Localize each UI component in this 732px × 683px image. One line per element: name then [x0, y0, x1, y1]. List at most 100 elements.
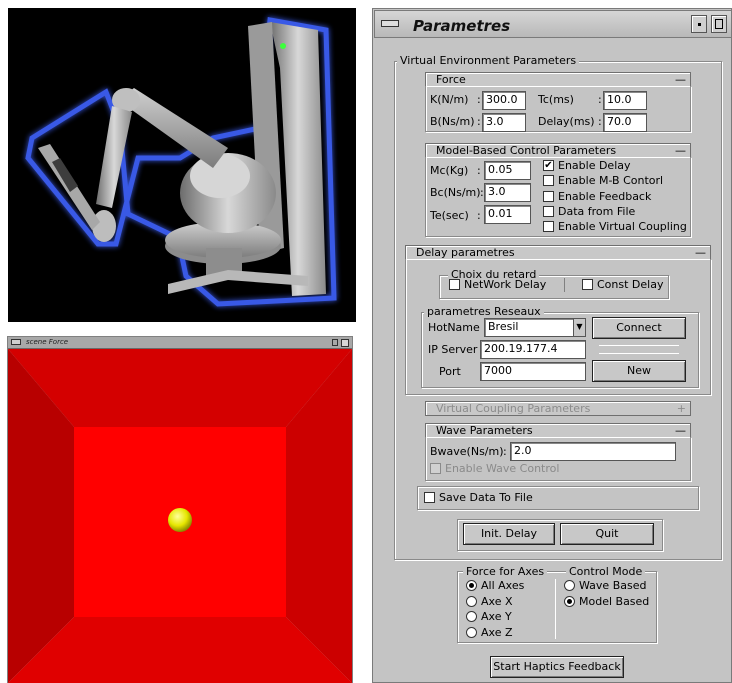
model-based-section-header[interactable]: Model-Based Control Parameters — [425, 143, 691, 158]
te-label: Te(sec) [430, 209, 469, 222]
port-input[interactable]: 7000 [480, 362, 586, 381]
radio-model-based[interactable]: Model Based [564, 596, 649, 609]
k-colon: : [477, 93, 481, 106]
dropdown-arrow-icon[interactable]: ▼ [573, 319, 585, 336]
const-delay-checkbox[interactable]: Const Delay [582, 279, 663, 292]
expand-icon[interactable]: + [677, 402, 686, 415]
tc-input[interactable]: 10.0 [603, 91, 647, 110]
haptic-robot-illustration [25, 17, 337, 307]
radio-axe-y[interactable]: Axe Y [466, 611, 512, 624]
connect-button[interactable]: Connect [592, 317, 686, 339]
maximize-icon[interactable] [711, 15, 727, 33]
delay-ms-label: Delay(ms) [538, 115, 595, 128]
delay-section-title: Delay parametres [416, 246, 515, 259]
delay-ms-input[interactable]: 70.0 [603, 113, 647, 132]
radio-axe-x[interactable]: Axe X [466, 596, 513, 609]
force-axes-title: Force for Axes [463, 565, 548, 578]
ip-server-input[interactable]: 200.19.177.4 [480, 340, 586, 359]
radio-icon[interactable] [564, 580, 575, 591]
minimize-icon[interactable] [332, 339, 338, 346]
ip-server-label: IP Server [428, 343, 478, 356]
bc-input[interactable]: 3.0 [484, 183, 531, 202]
checkbox-icon[interactable] [543, 175, 554, 186]
collapse-icon[interactable]: — [695, 246, 706, 259]
minimize-icon[interactable] [691, 15, 707, 33]
bwave-label: Bwave(Ns/m) [430, 445, 504, 458]
virtual-coupling-section-header[interactable]: Virtual Coupling Parameters + [425, 401, 691, 416]
virtual-coupling-section-title: Virtual Coupling Parameters [436, 402, 591, 415]
enable-wave-control-checkbox[interactable]: Enable Wave Control [430, 463, 559, 476]
quit-button[interactable]: Quit [560, 523, 654, 545]
k-input[interactable]: 300.0 [482, 91, 526, 110]
enable-delay-checkbox[interactable]: ✔ Enable Delay [543, 160, 631, 173]
enable-virtual-coupling-checkbox[interactable]: Enable Virtual Coupling [543, 221, 687, 234]
checkbox-checked-icon[interactable]: ✔ [543, 160, 554, 171]
separator [599, 353, 679, 354]
parametres-window: Parametres Virtual Environment Parameter… [372, 8, 732, 683]
separator [599, 345, 679, 346]
network-delay-checkbox[interactable]: NetWork Delay [449, 279, 546, 292]
bwave-colon: : [503, 445, 507, 458]
checkbox-icon[interactable] [430, 463, 441, 474]
b-input[interactable]: 3.0 [482, 113, 526, 132]
separator [564, 278, 565, 292]
hotname-select[interactable]: Bresil ▼ [484, 318, 586, 337]
delay-ms-colon: : [598, 115, 602, 128]
delay-section-header[interactable]: Delay parametres — [405, 245, 711, 260]
collapse-icon[interactable]: — [675, 424, 686, 437]
radio-icon[interactable] [466, 627, 477, 638]
checkbox-icon[interactable] [543, 221, 554, 232]
parametres-titlebar[interactable]: Parametres [374, 10, 732, 38]
checkbox-icon[interactable] [543, 191, 554, 202]
radio-wave-based[interactable]: Wave Based [564, 580, 646, 593]
te-input[interactable]: 0.01 [484, 205, 531, 224]
window-menu-icon[interactable] [381, 20, 399, 27]
checkbox-icon[interactable] [582, 279, 593, 290]
tc-colon: : [598, 93, 602, 106]
separator [555, 579, 556, 639]
scene-window-titlebar[interactable]: scene Force [8, 337, 352, 349]
b-colon: : [477, 115, 481, 128]
radio-axe-z[interactable]: Axe Z [466, 627, 513, 640]
checkbox-icon[interactable] [449, 279, 460, 290]
window-menu-icon[interactable] [11, 339, 21, 345]
start-haptics-feedback-button[interactable]: Start Haptics Feedback [490, 656, 624, 678]
mc-colon: : [477, 164, 481, 177]
radio-selected-icon[interactable] [564, 596, 575, 607]
control-mode-title: Control Mode [566, 565, 646, 578]
checkbox-icon[interactable] [424, 492, 435, 503]
collapse-icon[interactable]: — [675, 144, 686, 157]
radio-icon[interactable] [466, 596, 477, 607]
bwave-input[interactable]: 2.0 [510, 442, 676, 461]
scene-window-title: scene Force [26, 338, 69, 346]
reseau-title: parametres Reseaux [424, 305, 544, 318]
force-section-header[interactable]: Force — [425, 72, 691, 87]
scene-force-window: scene Force [7, 336, 353, 683]
collapse-icon[interactable]: — [675, 73, 686, 86]
new-button[interactable]: New [592, 360, 686, 382]
checkbox-icon[interactable] [543, 206, 554, 217]
force-section-title: Force [436, 73, 466, 86]
init-delay-button[interactable]: Init. Delay [463, 523, 555, 545]
enable-feedback-checkbox[interactable]: Enable Feedback [543, 191, 651, 204]
wave-section-title: Wave Parameters [436, 424, 533, 437]
virtual-environment-title: Virtual Environment Parameters [397, 54, 580, 67]
te-colon: : [477, 209, 481, 222]
hotname-label: HotName [428, 321, 480, 334]
radio-all-axes[interactable]: All Axes [466, 580, 524, 593]
robot-render-image [8, 8, 356, 322]
port-label: Port [439, 365, 461, 378]
scene-force-canvas [8, 349, 352, 683]
parametres-title: Parametres [413, 17, 511, 35]
b-label: B(Ns/m) [430, 115, 475, 128]
haptic-probe-sphere [168, 508, 192, 532]
model-based-section-title: Model-Based Control Parameters [436, 144, 617, 157]
radio-icon[interactable] [466, 611, 477, 622]
data-from-file-checkbox[interactable]: Data from File [543, 206, 635, 219]
radio-selected-icon[interactable] [466, 580, 477, 591]
wave-section-header[interactable]: Wave Parameters — [425, 423, 691, 438]
save-data-checkbox[interactable]: Save Data To File [424, 492, 533, 505]
enable-mb-control-checkbox[interactable]: Enable M-B Contorl [543, 175, 663, 188]
mc-input[interactable]: 0.05 [484, 161, 531, 180]
maximize-icon[interactable] [341, 339, 349, 347]
